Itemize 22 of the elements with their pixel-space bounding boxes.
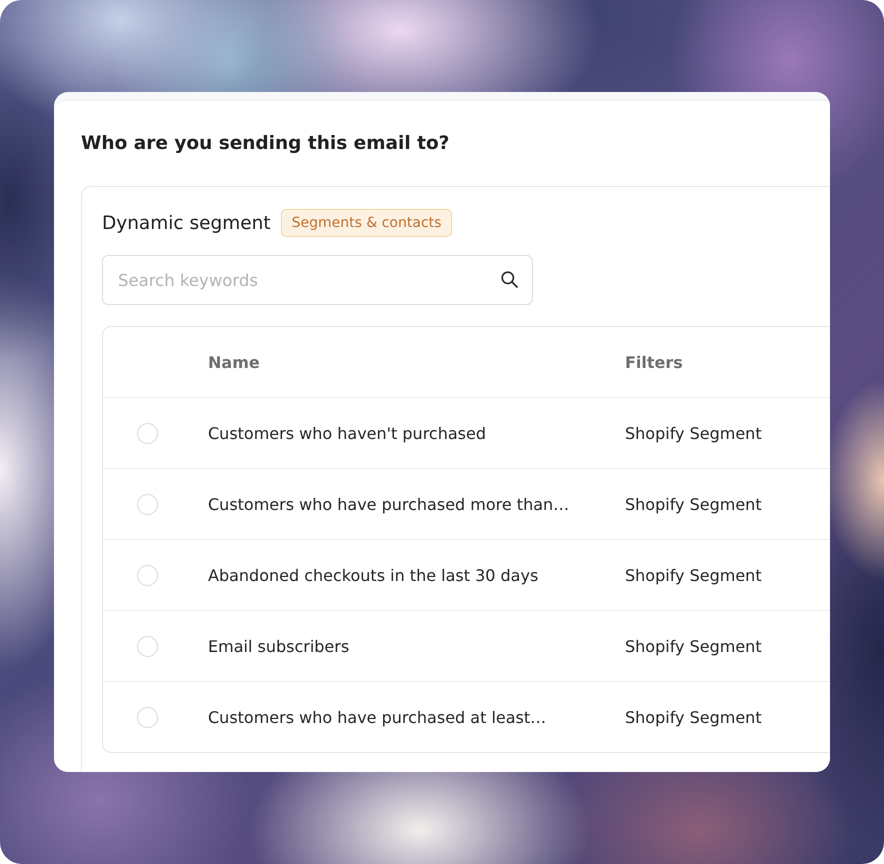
radio-button[interactable]: [137, 422, 158, 444]
radio-button[interactable]: [137, 494, 158, 514]
table-cell: Customers who have purchased more than…: [208, 494, 570, 514]
table-cell: Shopify Segment: [625, 708, 762, 726]
table-cell: Shopify Segment: [625, 566, 762, 584]
column-header: Filters: [625, 352, 683, 372]
table-cell: Email subscribers: [208, 636, 350, 656]
radio-button[interactable]: [137, 706, 158, 728]
category-badge: Segments & contacts: [280, 209, 452, 237]
table-cell: Shopify Segment: [625, 636, 762, 656]
radio-button[interactable]: [137, 564, 158, 586]
search-icon: [501, 271, 518, 288]
column-header: Name: [208, 352, 260, 372]
search-field[interactable]: Search keywords: [102, 255, 533, 305]
dialog-title: Who are you sending this email to?: [81, 132, 450, 156]
table-cell: Customers who have purchased at least…: [208, 708, 546, 726]
table-cell: Abandoned checkouts in the last 30 days: [208, 566, 538, 584]
radio-button[interactable]: [137, 636, 158, 656]
table-cell: Shopify Segment: [625, 424, 762, 442]
section-title: Dynamic segment: [102, 212, 271, 234]
table-cell: Customers who haven't purchased: [208, 424, 486, 442]
table-cell: Shopify Segment: [625, 494, 762, 514]
